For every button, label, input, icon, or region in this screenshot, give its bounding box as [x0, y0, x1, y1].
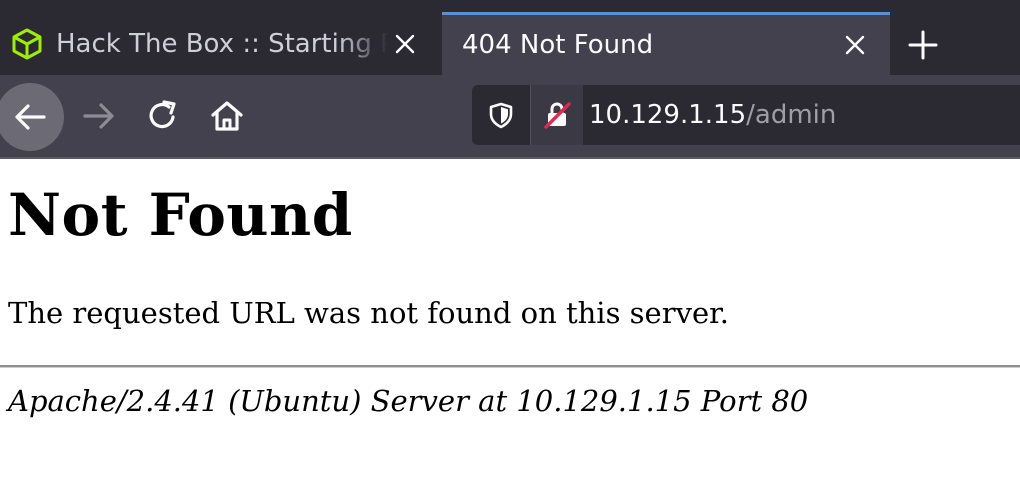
home-button[interactable] — [202, 91, 252, 141]
plus-icon — [908, 30, 938, 60]
shield-icon — [489, 102, 513, 129]
page-content: Not Found The requested URL was not foun… — [0, 183, 1020, 419]
divider — [0, 365, 1020, 368]
tab-404-not-found[interactable]: 404 Not Found — [442, 12, 890, 75]
address-bar[interactable]: 10.129.1.15/admin — [472, 85, 1020, 145]
reload-button[interactable] — [138, 91, 188, 141]
page-heading: Not Found — [8, 181, 353, 249]
back-arrow-icon — [15, 104, 46, 130]
url-host: 10.129.1.15 — [589, 100, 747, 130]
tab-title: Hack The Box :: Starting P — [56, 28, 388, 59]
back-button[interactable] — [0, 83, 64, 151]
url-text[interactable]: 10.129.1.15/admin — [583, 100, 836, 130]
htb-cube-icon — [12, 28, 42, 59]
close-tab-icon[interactable] — [838, 28, 872, 62]
url-path: /admin — [746, 100, 837, 130]
reload-icon — [149, 100, 176, 129]
tab-hack-the-box[interactable]: Hack The Box :: Starting P — [0, 12, 440, 75]
home-icon — [211, 101, 243, 131]
forward-arrow-icon — [83, 103, 114, 129]
site-info-button[interactable] — [531, 85, 583, 145]
navigation-toolbar: 10.129.1.15/admin — [0, 75, 1020, 159]
error-message: The requested URL was not found on this … — [8, 296, 730, 330]
tab-strip: Hack The Box :: Starting P 404 Not Found — [0, 0, 1020, 75]
forward-button[interactable] — [74, 91, 124, 141]
server-signature: Apache/2.4.41 (Ubuntu) Server at 10.129.… — [8, 384, 809, 418]
new-tab-button[interactable] — [902, 24, 944, 66]
close-tab-icon[interactable] — [388, 27, 422, 61]
insecure-lock-icon — [544, 102, 571, 129]
tracking-protection-button[interactable] — [472, 85, 531, 145]
tab-title: 404 Not Found — [462, 30, 654, 60]
